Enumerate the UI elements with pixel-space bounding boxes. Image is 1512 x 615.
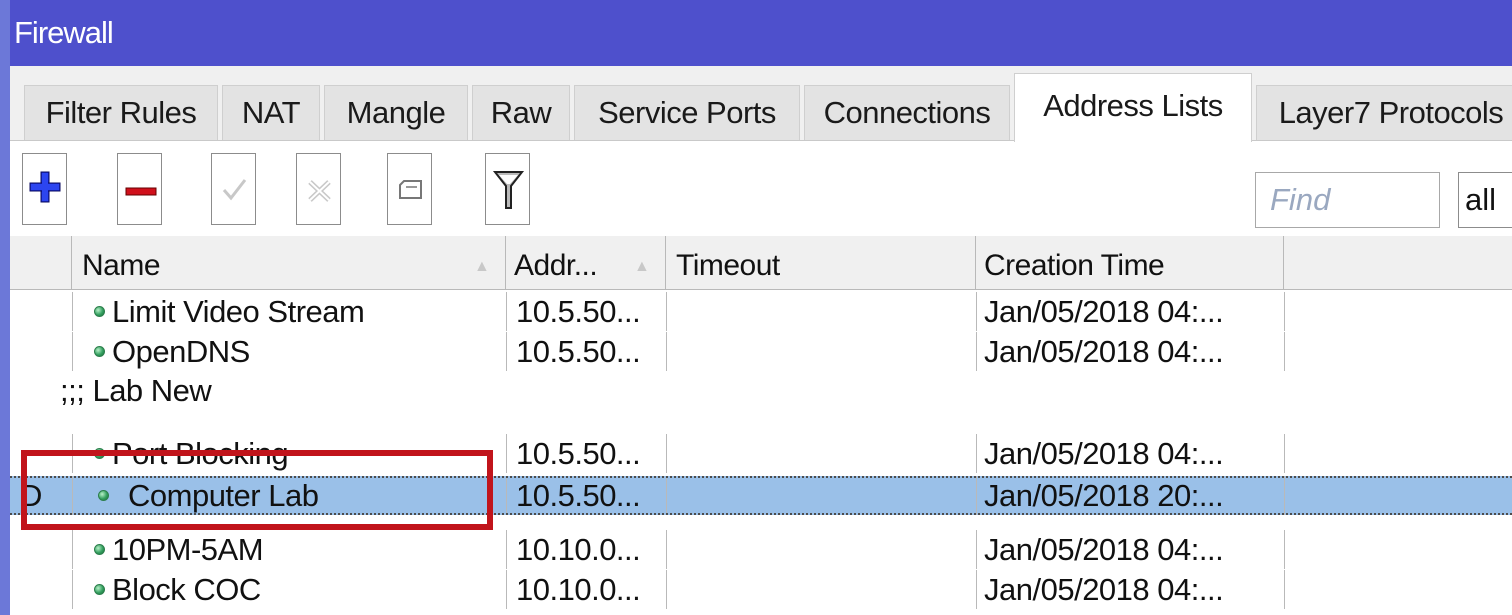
row-address: 10.5.50... <box>516 478 641 513</box>
column-divider <box>72 332 73 371</box>
status-dot-icon <box>94 306 105 317</box>
status-dot-icon <box>94 584 105 595</box>
column-divider <box>506 292 507 331</box>
column-divider <box>72 292 73 331</box>
column-header-name[interactable]: Name ▲ <box>72 236 506 290</box>
row-flag <box>24 292 64 331</box>
window-title[interactable]: Firewall <box>10 0 1512 66</box>
enable-button[interactable] <box>211 153 256 225</box>
row-name: Limit Video Stream <box>112 294 365 329</box>
row-flag <box>24 570 64 609</box>
column-divider <box>1284 434 1285 473</box>
tab-mangle[interactable]: Mangle <box>324 85 468 140</box>
row-name: Block COC <box>112 572 261 607</box>
column-header-creation-time[interactable]: Creation Time <box>976 236 1284 290</box>
tab-connections[interactable]: Connections <box>804 85 1010 140</box>
row-address: 10.5.50... <box>516 334 641 369</box>
column-divider <box>976 434 977 473</box>
scope-select[interactable]: all <box>1458 172 1512 228</box>
status-dot-icon <box>94 544 105 555</box>
column-header-address-label: Addr... <box>514 249 598 282</box>
column-divider <box>506 434 507 473</box>
column-divider <box>72 530 73 569</box>
column-header-address[interactable]: Addr... ▲ <box>506 236 666 290</box>
column-divider <box>666 292 667 331</box>
column-header-name-label: Name <box>82 249 161 282</box>
column-divider <box>1284 570 1285 609</box>
add-button[interactable] <box>22 153 67 225</box>
row-address: 10.5.50... <box>516 436 641 471</box>
column-divider <box>506 476 507 515</box>
row-timeout <box>676 530 972 569</box>
row-timeout <box>676 570 972 609</box>
table-row[interactable]: OpenDNS 10.5.50... Jan/05/2018 04:... <box>10 332 1512 371</box>
column-divider <box>666 570 667 609</box>
column-divider <box>1284 530 1285 569</box>
column-divider <box>976 292 977 331</box>
column-divider <box>506 530 507 569</box>
column-divider <box>976 332 977 371</box>
comment-button[interactable] <box>387 153 432 225</box>
column-divider <box>1284 332 1285 371</box>
row-name: OpenDNS <box>112 334 250 369</box>
row-flag <box>24 530 64 569</box>
column-divider <box>976 530 977 569</box>
column-header-flag[interactable] <box>10 236 72 290</box>
row-creation-time: Jan/05/2018 04:... <box>984 334 1224 369</box>
row-timeout <box>676 332 972 371</box>
column-divider <box>666 332 667 371</box>
find-input[interactable] <box>1255 172 1440 228</box>
table-row[interactable]: Block COC 10.10.0... Jan/05/2018 04:... <box>10 570 1512 609</box>
column-divider <box>506 332 507 371</box>
highlight-annotation <box>21 450 493 530</box>
table-row[interactable]: Limit Video Stream 10.5.50... Jan/05/201… <box>10 292 1512 331</box>
tab-service-ports[interactable]: Service Ports <box>574 85 800 140</box>
column-divider <box>72 570 73 609</box>
row-comment: ;;; Lab New <box>60 373 212 408</box>
row-timeout <box>676 476 972 515</box>
column-divider <box>506 570 507 609</box>
column-divider <box>666 434 667 473</box>
row-timeout <box>676 434 972 473</box>
row-timeout <box>676 292 972 331</box>
comment-row[interactable]: ;;; Lab New <box>10 371 1512 410</box>
tab-nat[interactable]: NAT <box>222 85 320 140</box>
column-header-timeout[interactable]: Timeout <box>666 236 976 290</box>
status-dot-icon <box>94 346 105 357</box>
column-divider <box>666 530 667 569</box>
row-creation-time: Jan/05/2018 20:... <box>984 478 1224 513</box>
column-divider <box>976 570 977 609</box>
disable-button[interactable] <box>296 153 341 225</box>
table-row[interactable]: 10PM-5AM 10.10.0... Jan/05/2018 04:... <box>10 530 1512 569</box>
column-divider <box>976 476 977 515</box>
row-address: 10.5.50... <box>516 294 641 329</box>
column-divider <box>1284 476 1285 515</box>
tab-address-lists[interactable]: Address Lists <box>1014 73 1252 142</box>
sort-icon: ▲ <box>634 258 650 275</box>
row-address: 10.10.0... <box>516 572 641 607</box>
filter-button[interactable] <box>485 153 530 225</box>
column-divider <box>1284 292 1285 331</box>
tab-layer7-protocols[interactable]: Layer7 Protocols <box>1256 85 1512 140</box>
row-creation-time: Jan/05/2018 04:... <box>984 436 1224 471</box>
tab-filter-rules[interactable]: Filter Rules <box>24 85 218 140</box>
column-divider <box>666 476 667 515</box>
row-name: 10PM-5AM <box>112 532 264 567</box>
row-creation-time: Jan/05/2018 04:... <box>984 294 1224 329</box>
row-address: 10.10.0... <box>516 532 641 567</box>
sort-icon: ▲ <box>474 258 490 275</box>
row-creation-time: Jan/05/2018 04:... <box>984 572 1224 607</box>
remove-button[interactable] <box>117 153 162 225</box>
tab-raw[interactable]: Raw <box>472 85 570 140</box>
firewall-window: Firewall Filter Rules NAT Mangle Raw Ser… <box>0 0 1512 615</box>
row-flag <box>24 332 64 371</box>
row-creation-time: Jan/05/2018 04:... <box>984 532 1224 567</box>
